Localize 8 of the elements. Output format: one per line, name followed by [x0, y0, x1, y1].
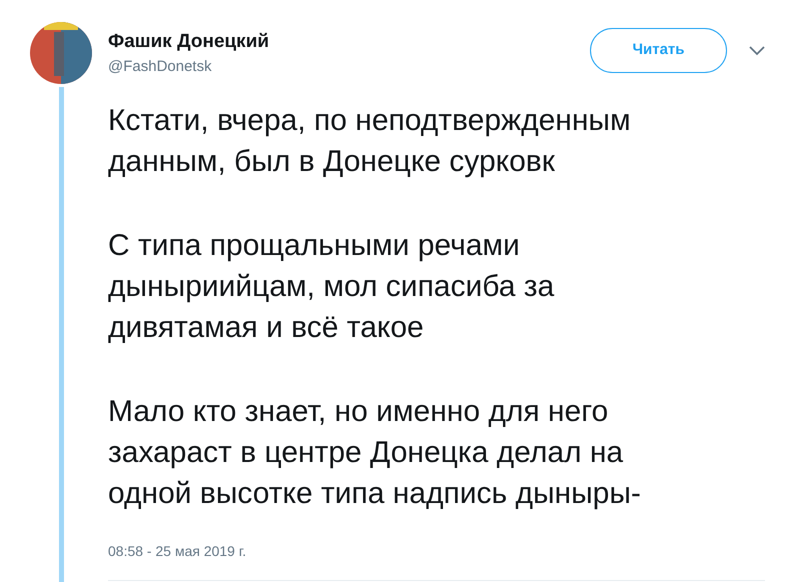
author-handle[interactable]: @FashDonetsk — [108, 57, 590, 77]
follow-button[interactable]: Читать — [590, 28, 727, 73]
tweet-paragraph: Мало кто знает, но именно для него захараст в центре Донецка делал на одной высотке типа надпись дыныры- — [108, 394, 642, 512]
tweet-paragraph: С типа прощальными речами дыныриийцам, мол сипасиба за дивятамая и всё такое — [108, 228, 556, 346]
author-name[interactable]: Фашик Донецкий — [108, 30, 590, 54]
tweet-timestamp[interactable]: 08:58 - 25 мая 2019 г. — [108, 541, 765, 562]
tweet-paragraph: Кстати, вчера, по неподтвержденным данным, был в Донецке сурковк — [108, 103, 632, 180]
chevron-down-icon[interactable] — [749, 46, 765, 56]
